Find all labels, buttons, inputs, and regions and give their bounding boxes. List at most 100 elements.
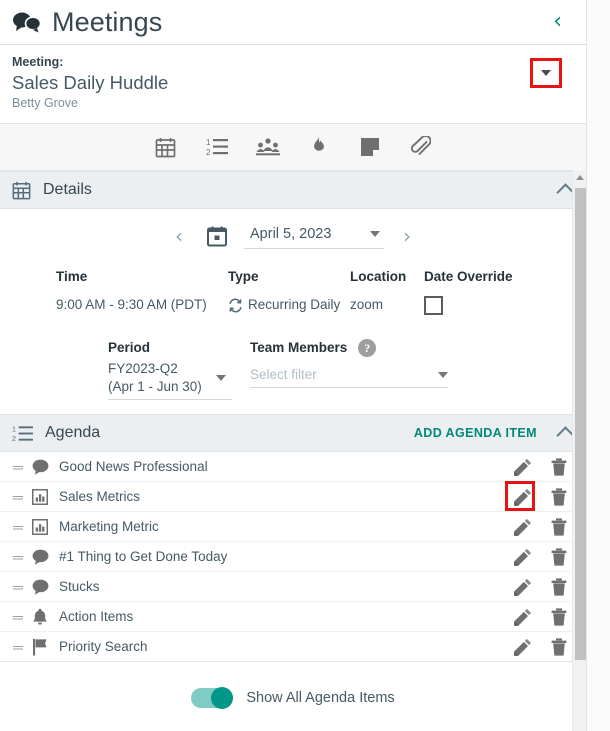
trash-icon[interactable]: [546, 485, 572, 509]
trash-icon[interactable]: [546, 575, 572, 599]
pencil-icon[interactable]: [505, 480, 536, 511]
agenda-row-actions: [510, 515, 572, 539]
agenda-row[interactable]: ═ Marketing Metric: [0, 512, 586, 542]
date-select-value: April 5, 2023: [250, 226, 332, 242]
drag-handle-icon[interactable]: ═: [8, 580, 28, 594]
date-navigator: ‹ April 5, 2023 ›: [0, 219, 586, 249]
drag-handle-icon[interactable]: ═: [8, 490, 28, 504]
agenda-row[interactable]: ═ Stucks: [0, 572, 586, 602]
agenda-item-label: Marketing Metric: [59, 519, 159, 534]
agenda-row-actions: [510, 635, 572, 659]
calendar-today-icon[interactable]: [196, 226, 238, 247]
show-all-agenda-items-label: Show All Agenda Items: [246, 690, 395, 706]
agenda-row-actions: [510, 575, 572, 599]
trash-icon[interactable]: [546, 635, 572, 659]
next-date-button[interactable]: ›: [390, 226, 424, 246]
agenda-row[interactable]: ═ #1 Thing to Get Done Today: [0, 542, 586, 572]
agenda-row[interactable]: ═ Good News Professional: [0, 452, 586, 482]
collapse-panel-chevron-icon[interactable]: ‹: [543, 7, 572, 37]
svg-text:1: 1: [206, 138, 211, 147]
drag-handle-icon[interactable]: ═: [8, 640, 28, 654]
team-members-label-row: Team Members ?: [250, 338, 450, 358]
period-select-values: FY2023-Q2 (Apr 1 - Jun 30): [108, 360, 202, 396]
flame-icon[interactable]: [304, 132, 334, 162]
title-bar: Meetings ‹: [0, 0, 586, 45]
agenda-row[interactable]: ═ Priority Search: [0, 632, 586, 662]
time-field: Time 9:00 AM - 9:30 AM (PDT): [56, 267, 228, 316]
scroll-up-arrow-icon[interactable]: [573, 170, 586, 184]
drag-handle-icon[interactable]: ═: [8, 460, 28, 474]
agenda-row-actions: [510, 545, 572, 569]
details-body: ‹ April 5, 2023 › Time 9:00 AM - 9:30 AM…: [0, 209, 586, 414]
pencil-icon[interactable]: [510, 635, 536, 659]
date-override-checkbox[interactable]: [424, 296, 443, 315]
agenda-item-label: #1 Thing to Get Done Today: [59, 549, 228, 564]
pencil-icon[interactable]: [510, 575, 536, 599]
bar-chart-icon: [28, 518, 52, 535]
agenda-list: ═ Good News Professional ═ Sales Metrics ═ Ma…: [0, 452, 586, 662]
people-group-icon[interactable]: [253, 132, 283, 162]
agenda-item-label: Priority Search: [59, 639, 148, 654]
paperclip-icon[interactable]: [406, 132, 436, 162]
add-agenda-item-button[interactable]: ADD AGENDA ITEM: [414, 426, 537, 440]
pencil-icon[interactable]: [510, 545, 536, 569]
meeting-title: Sales Daily Huddle: [12, 72, 169, 93]
date-override-label: Date Override: [424, 269, 513, 284]
flag-icon: [28, 638, 52, 656]
trash-icon[interactable]: [546, 515, 572, 539]
details-section-header[interactable]: Details: [0, 171, 586, 209]
drag-handle-icon[interactable]: ═: [8, 550, 28, 564]
help-icon[interactable]: ?: [358, 339, 377, 357]
vertical-scrollbar[interactable]: [572, 170, 586, 731]
period-select[interactable]: FY2023-Q2 (Apr 1 - Jun 30): [108, 360, 232, 400]
meeting-header: Meeting: Sales Daily Huddle Betty Grove: [0, 45, 586, 124]
trash-icon[interactable]: [546, 455, 572, 479]
calendar-icon[interactable]: [151, 132, 181, 162]
show-all-agenda-items-toggle[interactable]: [191, 687, 234, 709]
agenda-section-header[interactable]: 1 2 Agenda ADD AGENDA ITEM: [0, 414, 586, 452]
type-label: Type: [228, 269, 259, 284]
details-fields-row-2: Period FY2023-Q2 (Apr 1 - Jun 30) Team M…: [0, 316, 586, 400]
date-override-field: Date Override: [424, 267, 544, 316]
agenda-row[interactable]: ═ Sales Metrics: [0, 480, 586, 512]
drag-handle-icon[interactable]: ═: [8, 610, 28, 624]
agenda-row-actions: [510, 605, 572, 629]
meeting-dropdown-button[interactable]: [530, 58, 562, 88]
trash-icon[interactable]: [546, 605, 572, 629]
time-value: 9:00 AM - 9:30 AM (PDT): [56, 297, 207, 312]
team-members-field: Team Members ? Select filter: [250, 338, 450, 400]
recurring-icon: [228, 298, 243, 313]
pencil-icon[interactable]: [510, 455, 536, 479]
speech-bubble-icon: [28, 549, 52, 565]
agenda-item-label: Stucks: [59, 579, 100, 594]
agenda-section-title: Agenda: [45, 424, 101, 441]
toggle-knob: [211, 687, 234, 709]
prev-date-button[interactable]: ‹: [162, 226, 196, 246]
note-icon[interactable]: [355, 132, 385, 162]
svg-text:2: 2: [12, 435, 16, 443]
chat-bubbles-icon: [12, 11, 42, 33]
chevron-down-icon: [370, 231, 380, 237]
type-value-wrap: Recurring Daily: [228, 294, 350, 316]
team-members-label: Team Members: [250, 340, 348, 355]
page-title: Meetings: [52, 6, 163, 37]
scrollbar-thumb[interactable]: [575, 188, 586, 660]
scroll-up-triangle: [575, 174, 584, 180]
page-background: [587, 0, 610, 731]
agenda-item-label: Good News Professional: [59, 459, 208, 474]
agenda-row[interactable]: ═ Action Items: [0, 602, 586, 632]
time-label: Time: [56, 269, 88, 284]
app-root: Meetings ‹ Meeting: Sales Daily Huddle B…: [0, 0, 610, 731]
trash-icon[interactable]: [546, 545, 572, 569]
meeting-icon-toolbar: 1 2: [0, 124, 586, 171]
drag-handle-icon[interactable]: ═: [8, 520, 28, 534]
date-select[interactable]: April 5, 2023: [244, 223, 384, 249]
team-members-select[interactable]: Select filter: [250, 367, 448, 388]
pencil-icon[interactable]: [510, 605, 536, 629]
agenda-row-actions: [505, 480, 572, 511]
location-field: Location zoom: [350, 267, 424, 316]
details-section-title: Details: [43, 181, 92, 198]
pencil-icon[interactable]: [510, 515, 536, 539]
numbered-list-icon[interactable]: 1 2: [202, 132, 232, 162]
bell-icon: [28, 608, 52, 626]
